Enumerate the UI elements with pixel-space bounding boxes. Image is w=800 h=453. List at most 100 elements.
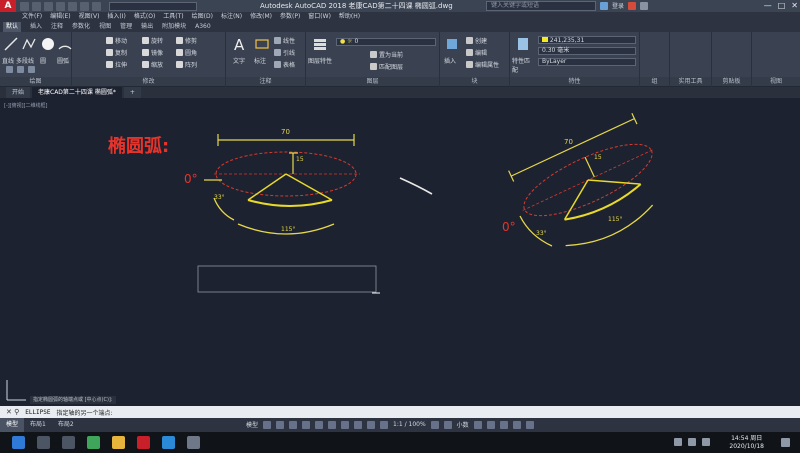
tool-mirror[interactable]: 镜像 bbox=[142, 48, 163, 57]
ellipse-icon[interactable] bbox=[28, 66, 35, 73]
text-icon[interactable]: A bbox=[232, 36, 248, 52]
tab-view[interactable]: 视图 bbox=[99, 22, 111, 32]
snap-icon[interactable] bbox=[276, 420, 285, 429]
polar-icon[interactable] bbox=[302, 420, 311, 429]
tool-polyline-label[interactable]: 多段线 bbox=[16, 56, 34, 65]
open-file-icon[interactable] bbox=[32, 1, 41, 11]
browser-icon[interactable] bbox=[87, 436, 100, 449]
workspace-dropdown[interactable] bbox=[109, 1, 197, 11]
rectangle-icon[interactable] bbox=[6, 66, 13, 73]
menu-edit[interactable]: 编辑(E) bbox=[50, 12, 70, 22]
color-dropdown[interactable]: 241,235,31 bbox=[538, 36, 636, 44]
tab-addins[interactable]: 附加模块 bbox=[162, 22, 186, 32]
file-explorer-icon[interactable] bbox=[112, 436, 125, 449]
tool-scale[interactable]: 缩放 bbox=[142, 60, 163, 69]
tool-dimension-label[interactable]: 标注 bbox=[254, 56, 266, 65]
insert-block-icon[interactable] bbox=[444, 36, 460, 52]
ime-icon[interactable] bbox=[702, 438, 710, 446]
start-icon[interactable] bbox=[12, 436, 25, 449]
menu-help[interactable]: 帮助(H) bbox=[339, 12, 360, 22]
model-space-button[interactable]: 模型 bbox=[246, 420, 258, 429]
match-properties-icon[interactable] bbox=[515, 36, 531, 52]
user-icon[interactable] bbox=[600, 1, 608, 10]
maps-icon[interactable] bbox=[187, 436, 200, 449]
maximize-button[interactable]: □ bbox=[778, 1, 786, 10]
drawing-canvas[interactable]: 椭圆弧: 70 15 0° 33° 115° 70 15 0° 33° 115° bbox=[0, 98, 800, 406]
menu-dimension[interactable]: 标注(N) bbox=[221, 12, 242, 22]
quick-properties-icon[interactable] bbox=[473, 420, 482, 429]
group-draw-label[interactable]: 绘图 bbox=[0, 77, 71, 86]
tool-circle-label[interactable]: 圆 bbox=[40, 56, 46, 65]
tab-manage[interactable]: 管理 bbox=[120, 22, 132, 32]
units-dropdown[interactable]: 小数 bbox=[457, 420, 469, 429]
tab-a360[interactable]: A360 bbox=[195, 22, 211, 32]
redo-icon[interactable] bbox=[92, 1, 101, 11]
plot-icon[interactable] bbox=[68, 1, 77, 11]
menu-tools[interactable]: 工具(T) bbox=[163, 12, 183, 22]
signin-link[interactable]: 登录 bbox=[612, 1, 624, 10]
layout-tab-2[interactable]: 布局2 bbox=[52, 418, 80, 432]
customization-menu-icon[interactable] bbox=[525, 420, 534, 429]
layer-properties-icon[interactable] bbox=[312, 36, 328, 52]
task-view-icon[interactable] bbox=[62, 436, 75, 449]
group-groups-label[interactable]: 组 bbox=[640, 77, 669, 86]
menu-file[interactable]: 文件(F) bbox=[22, 12, 42, 22]
network-icon[interactable] bbox=[674, 438, 682, 446]
menu-window[interactable]: 窗口(W) bbox=[308, 12, 331, 22]
linetype-dropdown[interactable]: ByLayer bbox=[538, 58, 636, 66]
new-tab-button[interactable]: + bbox=[123, 87, 141, 98]
tool-rotate[interactable]: 旋转 bbox=[142, 36, 163, 45]
tool-stretch[interactable]: 拉伸 bbox=[106, 60, 127, 69]
group-view-label[interactable]: 视图 bbox=[752, 77, 800, 86]
menu-parametric[interactable]: 参数(P) bbox=[280, 12, 300, 22]
workspace-gear-icon[interactable] bbox=[430, 420, 439, 429]
selection-cycling-icon[interactable] bbox=[367, 420, 376, 429]
grid-icon[interactable] bbox=[263, 420, 272, 429]
group-modify-label[interactable]: 修改 bbox=[72, 77, 225, 86]
group-properties-label[interactable]: 特性 bbox=[510, 77, 639, 86]
tool-layer-properties-label[interactable]: 图层特性 bbox=[308, 56, 334, 65]
menu-draw[interactable]: 绘图(D) bbox=[192, 12, 213, 22]
command-input[interactable]: 指定轴的另一个端点: bbox=[57, 408, 113, 417]
search-icon[interactable] bbox=[37, 436, 50, 449]
exchange-apps-icon[interactable] bbox=[628, 1, 637, 10]
tab-annotate[interactable]: 注释 bbox=[51, 22, 63, 32]
tool-match-properties-label[interactable]: 特性匹配 bbox=[512, 56, 534, 74]
layout-tab-model[interactable]: 模型 bbox=[0, 418, 25, 432]
tool-set-current[interactable]: 置为当前 bbox=[370, 50, 403, 59]
tool-arc-label[interactable]: 圆弧 bbox=[57, 56, 69, 65]
menu-format[interactable]: 格式(O) bbox=[134, 12, 155, 22]
clean-screen-icon[interactable] bbox=[512, 420, 521, 429]
arc-icon[interactable] bbox=[57, 36, 73, 52]
save-as-icon[interactable] bbox=[56, 1, 65, 11]
tab-insert[interactable]: 插入 bbox=[30, 22, 42, 32]
minimize-button[interactable]: — bbox=[764, 1, 772, 10]
tool-line-label[interactable]: 直线 bbox=[2, 56, 14, 65]
notification-icon[interactable] bbox=[781, 438, 790, 447]
tool-match-layer[interactable]: 匹配图层 bbox=[370, 62, 403, 71]
command-line[interactable]: ✕ ⚲ ELLIPSE 指定轴的另一个端点: bbox=[0, 406, 800, 418]
menu-view[interactable]: 视图(V) bbox=[79, 12, 100, 22]
tool-copy[interactable]: 复制 bbox=[106, 48, 127, 57]
group-annotation-label[interactable]: 注释 bbox=[226, 77, 305, 86]
line-icon[interactable] bbox=[3, 36, 19, 52]
tool-text-label[interactable]: 文字 bbox=[233, 56, 245, 65]
circle-icon[interactable] bbox=[40, 36, 56, 52]
annotation-visibility-icon[interactable] bbox=[380, 420, 389, 429]
undo-icon[interactable] bbox=[80, 1, 89, 11]
tool-move[interactable]: 移动 bbox=[106, 36, 127, 45]
tab-current-drawing[interactable]: 老康CAD第二十四课 椭圆弧* bbox=[32, 87, 122, 98]
hardware-acceleration-icon[interactable] bbox=[499, 420, 508, 429]
tab-default[interactable]: 默认 bbox=[3, 22, 22, 32]
menu-insert[interactable]: 插入(I) bbox=[107, 12, 125, 22]
command-close-icon[interactable]: ✕ ⚲ bbox=[6, 408, 19, 416]
new-file-icon[interactable] bbox=[20, 1, 29, 11]
dimension-icon[interactable] bbox=[254, 36, 270, 52]
close-button[interactable]: ✕ bbox=[791, 1, 798, 10]
lineweight-dropdown[interactable]: 0.30 毫米 bbox=[538, 47, 636, 55]
group-block-label[interactable]: 块 bbox=[440, 77, 509, 86]
system-clock[interactable]: 14:54 周日 2020/10/18 bbox=[729, 435, 764, 451]
viewport-controls[interactable]: [-][俯视][二维线框] bbox=[4, 102, 48, 109]
osnap-icon[interactable] bbox=[315, 420, 324, 429]
help-icon[interactable] bbox=[640, 1, 649, 10]
